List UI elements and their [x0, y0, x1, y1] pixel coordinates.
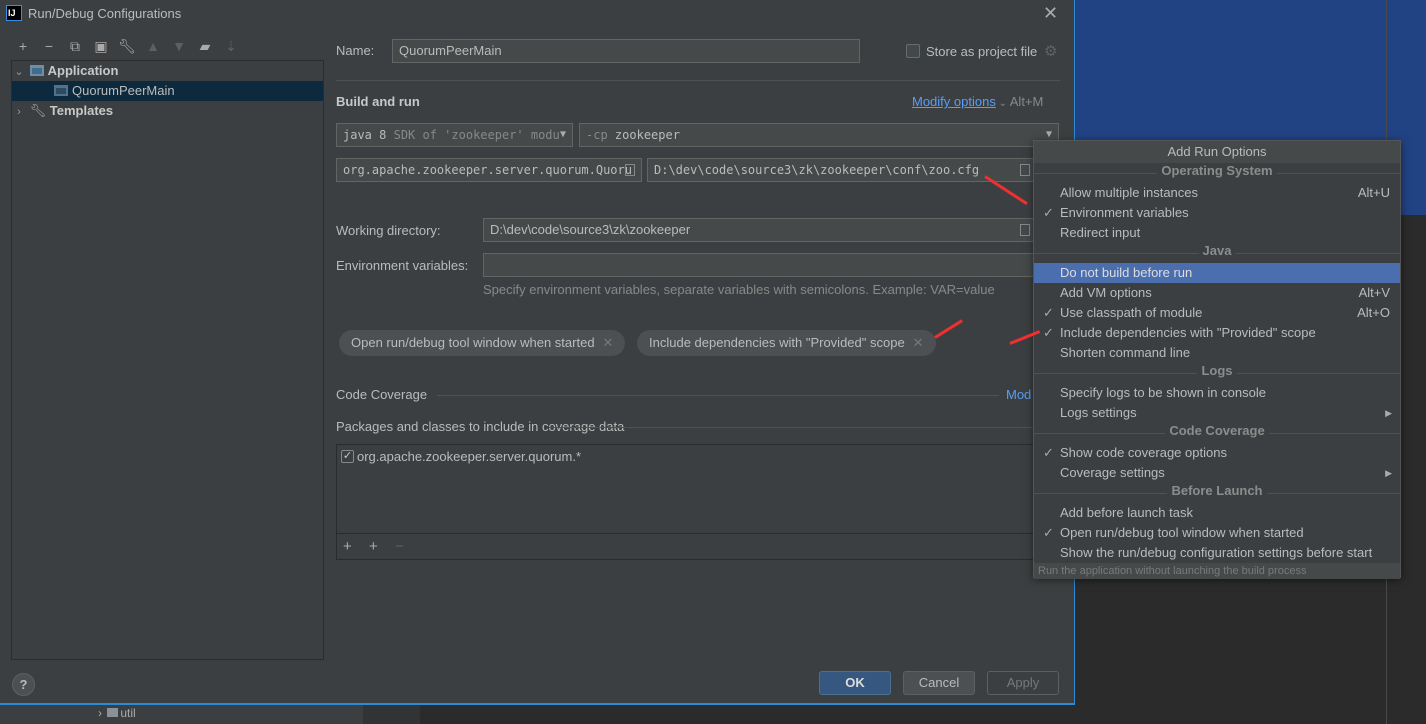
section-operating-system: Operating System	[1034, 163, 1400, 183]
menu-item-show-settings-before-start[interactable]: Show the run/debug configuration setting…	[1034, 543, 1400, 563]
menu-item-redirect-input[interactable]: Redirect input	[1034, 223, 1400, 243]
menu-item-use-classpath[interactable]: ✓ Use classpath of module Alt+O	[1034, 303, 1400, 323]
menu-item-open-tool-window[interactable]: ✓ Open run/debug tool window when started	[1034, 523, 1400, 543]
popup-title: Add Run Options	[1034, 141, 1400, 163]
run-debug-dialog: IJ Run/Debug Configurations ✕ + − ⧉ ▣ 🔧︎…	[0, 0, 1075, 705]
working-directory-label: Working directory:	[336, 223, 441, 238]
cancel-button[interactable]: Cancel	[903, 671, 975, 695]
coverage-entry[interactable]: org.apache.zookeeper.server.quorum.*	[357, 449, 581, 464]
wrench-icon: 🔧︎	[29, 103, 47, 118]
menu-item-allow-multiple-instances[interactable]: Allow multiple instances Alt+U	[1034, 183, 1400, 203]
browse-folder-icon[interactable]	[1020, 224, 1030, 236]
gear-icon[interactable]: ⚙	[1044, 42, 1057, 60]
tree-item-quorumpeermain[interactable]: QuorumPeerMain	[12, 81, 323, 101]
check-icon: ✓	[1043, 445, 1054, 460]
coverage-list: ✓ org.apache.zookeeper.server.quorum.* +…	[336, 444, 1036, 560]
menu-item-shorten-command-line[interactable]: Shorten command line	[1034, 343, 1400, 363]
check-icon: ✓	[1043, 325, 1054, 340]
store-as-project-file-checkbox[interactable]	[906, 44, 920, 58]
tree-item-templates[interactable]: › 🔧︎ Templates	[12, 101, 323, 121]
coverage-entry-checkbox[interactable]: ✓	[341, 450, 354, 463]
classpath-select[interactable]: -cp zookeeper ▼	[579, 123, 1059, 147]
modify-options-link[interactable]: Modify options ⌄ Alt+M	[912, 94, 1043, 109]
background-tree-item-util[interactable]: › util	[98, 706, 136, 720]
check-icon: ✓	[1043, 525, 1054, 540]
new-folder-icon[interactable]: ▰	[196, 38, 214, 55]
check-icon: ✓	[1043, 305, 1054, 320]
copy-icon[interactable]: ⧉	[66, 38, 84, 55]
sort-icon[interactable]: ⇣	[222, 38, 240, 55]
chip-open-tool-window[interactable]: Open run/debug tool window when started ✕	[339, 330, 626, 356]
menu-item-show-coverage-options[interactable]: ✓ Show code coverage options	[1034, 443, 1400, 463]
remove-icon: −	[395, 538, 404, 555]
minus-icon[interactable]: −	[40, 38, 58, 54]
name-label: Name:	[336, 43, 375, 58]
divider	[437, 395, 999, 396]
save-icon[interactable]: ▣	[92, 38, 110, 55]
remove-icon[interactable]: ✕	[603, 335, 614, 350]
program-arguments-input[interactable]: D:\dev\code\source3\zk\zookeeper\conf\zo…	[647, 158, 1037, 182]
section-before-launch: Before Launch	[1034, 483, 1400, 503]
tree-item-application[interactable]: ⌄ Application	[12, 61, 323, 81]
remove-icon[interactable]: ✕	[913, 335, 924, 350]
store-as-project-file-label[interactable]: Store as project file	[926, 44, 1037, 59]
menu-item-include-provided[interactable]: ✓ Include dependencies with "Provided" sc…	[1034, 323, 1400, 343]
menu-item-add-before-launch[interactable]: Add before launch task	[1034, 503, 1400, 523]
add-class-icon[interactable]: +	[343, 538, 352, 555]
coverage-modify-link[interactable]: Mod	[1006, 387, 1031, 402]
submenu-arrow-icon: ▶	[1385, 468, 1392, 478]
arrow-up-icon: ▲	[146, 38, 160, 54]
environment-variables-hint: Specify environment variables, separate …	[483, 282, 995, 297]
chevron-right-icon[interactable]: ›	[12, 102, 26, 122]
help-button[interactable]: ?	[12, 673, 35, 696]
dialog-title: Run/Debug Configurations	[28, 6, 182, 21]
arrow-down-icon: ▼	[172, 38, 186, 54]
application-icon	[29, 65, 44, 76]
section-logs: Logs	[1034, 363, 1400, 383]
configuration-tree: ⌄ Application QuorumPeerMain › 🔧︎ Templa…	[11, 60, 324, 660]
menu-item-coverage-settings[interactable]: Coverage settings ▶	[1034, 463, 1400, 483]
submenu-arrow-icon: ▶	[1385, 408, 1392, 418]
application-icon	[54, 85, 68, 96]
browse-icon[interactable]	[625, 164, 635, 176]
environment-variables-input[interactable]	[483, 253, 1037, 277]
add-package-icon[interactable]: +	[369, 538, 378, 555]
add-run-options-popup: Add Run Options Operating System Allow m…	[1033, 140, 1401, 579]
menu-item-specify-logs[interactable]: Specify logs to be shown in console	[1034, 383, 1400, 403]
check-icon: ✓	[1043, 205, 1054, 220]
menu-item-add-vm-options[interactable]: Add VM options Alt+V	[1034, 283, 1400, 303]
ok-button[interactable]: OK	[819, 671, 891, 695]
menu-item-environment-variables[interactable]: ✓ Environment variables	[1034, 203, 1400, 223]
chip-include-provided[interactable]: Include dependencies with "Provided" sco…	[637, 330, 936, 356]
intellij-logo: IJ	[6, 5, 22, 21]
name-input[interactable]: QuorumPeerMain	[392, 39, 860, 63]
build-and-run-title: Build and run	[336, 94, 420, 109]
apply-button: Apply	[987, 671, 1059, 695]
menu-item-do-not-build[interactable]: Do not build before run	[1034, 263, 1400, 283]
folder-icon	[107, 708, 119, 717]
close-icon[interactable]: ✕	[1043, 3, 1058, 24]
section-code-coverage: Code Coverage	[1034, 423, 1400, 443]
section-java: Java	[1034, 243, 1400, 263]
jre-select[interactable]: java 8 SDK of 'zookeeper' modu ▼	[336, 123, 573, 147]
wrench-icon[interactable]: 🔧︎	[118, 38, 136, 55]
divider	[336, 80, 1060, 81]
background-gutter	[363, 705, 420, 724]
expand-icon[interactable]	[1020, 164, 1030, 176]
menu-item-logs-settings[interactable]: Logs settings ▶	[1034, 403, 1400, 423]
background-project-tree	[0, 705, 363, 724]
divider	[549, 427, 1034, 428]
main-class-input[interactable]: org.apache.zookeeper.server.quorum.Quoru	[336, 158, 642, 182]
chevron-down-icon[interactable]: ⌄	[12, 62, 26, 82]
popup-hint: Run the application without launching th…	[1034, 563, 1400, 579]
environment-variables-label: Environment variables:	[336, 258, 469, 273]
working-directory-input[interactable]: D:\dev\code\source3\zk\zookeeper	[483, 218, 1037, 242]
plus-icon[interactable]: +	[14, 38, 32, 54]
code-coverage-title: Code Coverage	[336, 387, 428, 402]
